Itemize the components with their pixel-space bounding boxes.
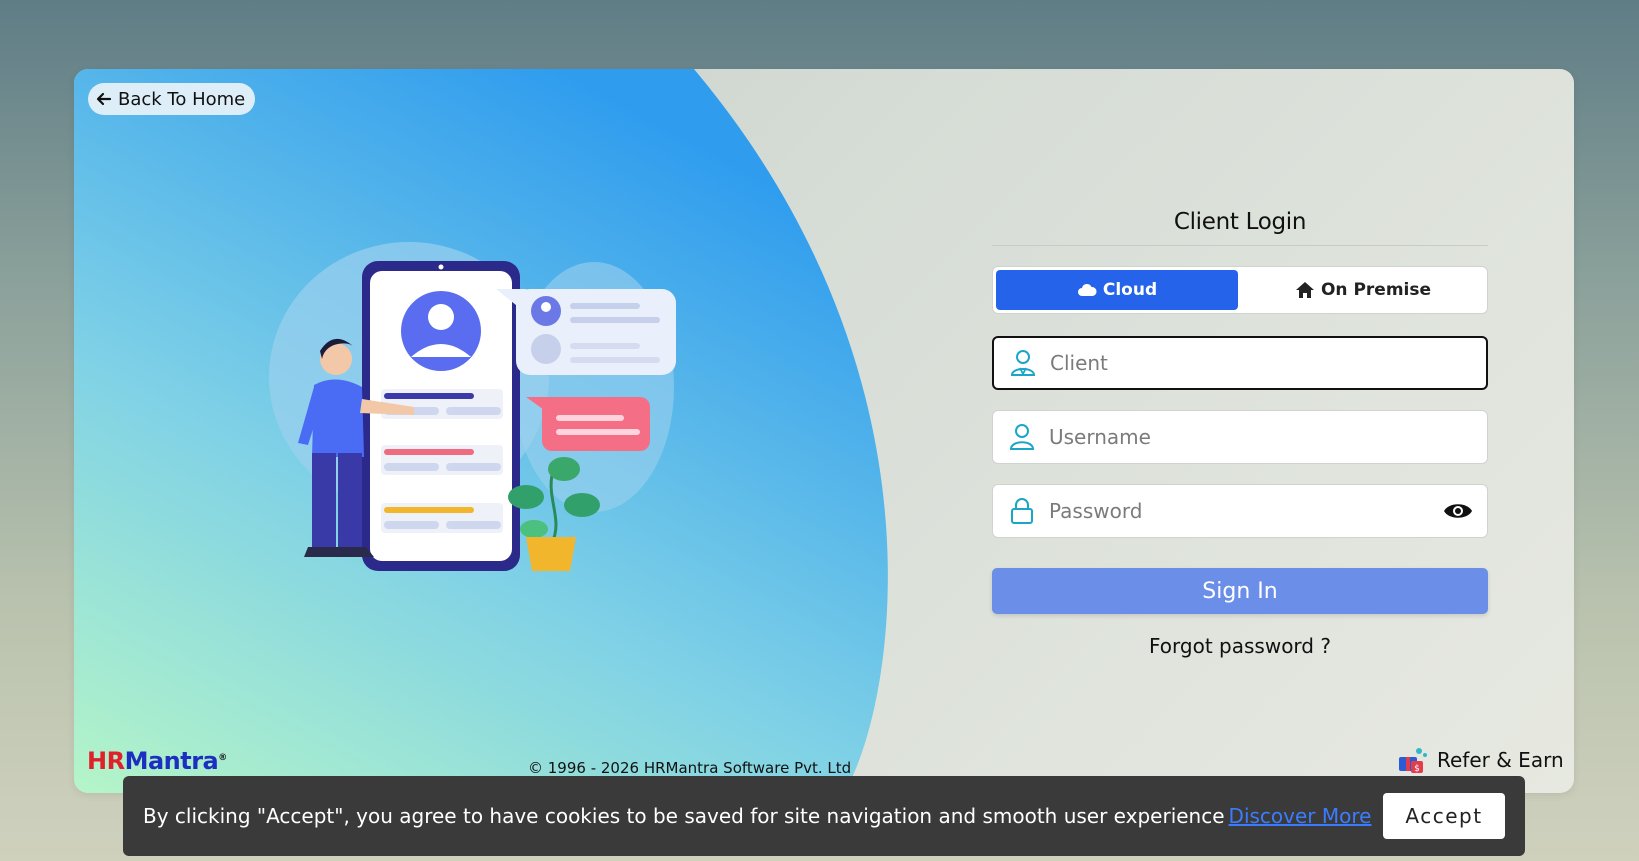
username-input[interactable]	[1049, 425, 1473, 449]
tab-cloud-label: Cloud	[1102, 280, 1158, 300]
client-user-icon	[1010, 350, 1036, 377]
password-field	[992, 484, 1488, 538]
deployment-tabs: Cloud On Premise	[992, 266, 1488, 314]
discover-more-link[interactable]: Discover More	[1229, 804, 1372, 828]
user-icon	[1009, 424, 1035, 450]
forgot-password-link[interactable]: Forgot password ?	[992, 634, 1488, 658]
arrow-left-icon	[96, 92, 112, 106]
home-icon	[1295, 282, 1314, 298]
cookie-message: By clicking "Accept", you agree to have …	[143, 804, 1225, 828]
tab-on-premise-label: On Premise	[1320, 280, 1432, 300]
hrmantra-logo: HRMantra®	[87, 747, 227, 775]
login-form: Client Login Cloud On Premise Client Use…	[992, 199, 1488, 658]
accept-cookies-button[interactable]: Accept	[1383, 793, 1505, 839]
password-input[interactable]	[1049, 499, 1429, 523]
logo-registered-mark: ®	[218, 753, 227, 763]
gift-icon: $	[1399, 748, 1427, 774]
cloud-icon	[1077, 283, 1097, 296]
logo-mantra-text: Mantra	[124, 747, 219, 775]
logo-hr-text: HR	[87, 747, 125, 775]
client-field	[992, 336, 1488, 390]
phone-illustration	[269, 242, 676, 571]
back-to-home-label: Back To Home	[118, 88, 246, 110]
cookie-banner: By clicking "Accept", you agree to have …	[123, 776, 1525, 856]
sign-in-button[interactable]: Sign In	[992, 568, 1488, 614]
lock-icon	[1011, 498, 1033, 524]
client-input[interactable]	[1050, 351, 1472, 375]
tab-cloud[interactable]: Cloud	[996, 270, 1238, 310]
username-field	[992, 410, 1488, 464]
copyright-text: © 1996 - 2026 HRMantra Software Pvt. Ltd	[528, 759, 852, 777]
svg-text:$: $	[1414, 764, 1420, 774]
refer-and-earn-link[interactable]: $ Refer & Earn	[1397, 745, 1564, 775]
refer-and-earn-label: Refer & Earn	[1437, 748, 1564, 772]
login-card: Back To Home HRMantra® © 1996 - 2026 HRM…	[74, 69, 1574, 793]
back-to-home-button[interactable]: Back To Home	[88, 83, 256, 115]
tab-on-premise[interactable]: On Premise	[1242, 270, 1484, 310]
eye-icon[interactable]	[1443, 500, 1473, 522]
login-title: Client Login	[992, 199, 1488, 246]
